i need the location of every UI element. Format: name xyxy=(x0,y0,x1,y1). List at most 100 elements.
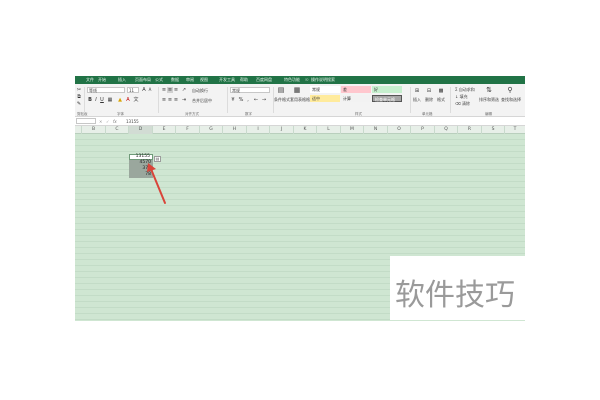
font-size-value: 11 xyxy=(129,88,135,93)
tab-page-layout[interactable]: 页面布局 xyxy=(135,77,151,83)
column-header-h[interactable]: H xyxy=(223,126,247,134)
column-header-c[interactable]: C xyxy=(106,126,129,134)
column-header-f[interactable]: F xyxy=(176,126,200,134)
annotation-arrow xyxy=(147,163,166,204)
tab-developer[interactable]: 开发工具 xyxy=(219,77,235,83)
column-header-m[interactable]: M xyxy=(341,126,364,134)
tab-baidu-netdisk[interactable]: 百度网盘 xyxy=(256,77,272,83)
number-format-select[interactable]: 常规 xyxy=(230,87,270,93)
column-header-r[interactable]: R xyxy=(458,126,482,134)
copy-icon[interactable]: ⧉ xyxy=(76,94,82,100)
column-header-l[interactable]: L xyxy=(317,126,341,134)
fill-button[interactable]: ↓ 填充 xyxy=(455,94,468,99)
delete-cells-button[interactable]: 删除 xyxy=(425,97,433,102)
quick-analysis-icon: ▤ xyxy=(155,156,160,161)
column-header-i[interactable]: I xyxy=(247,126,270,134)
column-header-q[interactable]: Q xyxy=(435,126,458,134)
align-right-icon[interactable]: ≡ xyxy=(173,97,179,103)
style-neutral[interactable]: 适中 xyxy=(310,95,340,102)
column-header-j[interactable]: J xyxy=(270,126,294,134)
name-box[interactable] xyxy=(76,118,96,124)
merge-center-button[interactable]: 合并后居中 xyxy=(192,98,212,103)
column-header-o[interactable]: O xyxy=(388,126,411,134)
format-cells-icon[interactable]: ▩ xyxy=(438,88,444,94)
phonetic-icon[interactable]: 文 xyxy=(133,97,139,103)
column-header-t[interactable]: T xyxy=(505,126,525,134)
cancel-entry-icon[interactable]: ✕ xyxy=(99,119,102,124)
border-icon[interactable]: ▦ xyxy=(107,97,113,103)
underline-icon[interactable]: U xyxy=(99,97,105,103)
ribbon-tab-bar: 文件 开始 插入 页面布局 公式 数据 审阅 视图 开发工具 帮助 百度网盘 特… xyxy=(75,76,525,84)
tab-features[interactable]: 特色功能 xyxy=(284,77,300,83)
align-bottom-icon[interactable]: ≡ xyxy=(173,87,179,93)
style-bad[interactable]: 差 xyxy=(341,86,371,93)
tab-home[interactable]: 开始 xyxy=(98,77,106,83)
percent-icon[interactable]: % xyxy=(238,97,244,103)
column-header-p[interactable]: P xyxy=(411,126,435,134)
clear-label: 清除 xyxy=(461,101,470,106)
autosum-button[interactable]: Σ 自动求和 xyxy=(455,87,475,92)
tab-help[interactable]: 帮助 xyxy=(240,77,248,83)
font-color-icon[interactable]: A xyxy=(125,97,131,103)
fill-color-icon[interactable]: ▲ xyxy=(117,97,123,103)
find-select-button[interactable]: 查找和选择 xyxy=(501,97,521,102)
group-divider xyxy=(84,87,85,113)
confirm-entry-icon[interactable]: ✓ xyxy=(106,119,109,124)
increase-decimal-icon[interactable]: ← xyxy=(253,97,259,103)
column-header-n[interactable]: N xyxy=(364,126,388,134)
column-header-b[interactable]: B xyxy=(82,126,106,134)
style-normal[interactable]: 常规 xyxy=(310,86,340,93)
conditional-format-icon[interactable]: ▤ xyxy=(277,87,285,95)
currency-icon[interactable]: ¥ xyxy=(230,97,236,103)
cut-icon[interactable]: ✂ xyxy=(76,87,82,93)
sort-filter-icon[interactable]: ⇅ xyxy=(485,87,493,95)
font-size-select[interactable]: 11 xyxy=(127,87,139,93)
select-all-corner[interactable] xyxy=(75,126,82,134)
tab-insert[interactable]: 插入 xyxy=(118,77,126,83)
orientation-icon[interactable]: ↗ xyxy=(181,87,187,93)
column-header-g[interactable]: G xyxy=(200,126,223,134)
number-format-value: 常规 xyxy=(232,88,240,93)
formula-bar: ✕ ✓ fx 13155 xyxy=(75,117,525,126)
format-cells-button[interactable]: 格式 xyxy=(437,97,445,102)
group-divider xyxy=(158,87,159,113)
column-header-k[interactable]: K xyxy=(294,126,317,134)
formula-input[interactable]: 13155 xyxy=(126,119,139,124)
delete-cells-icon[interactable]: ⊟ xyxy=(426,88,432,94)
format-painter-icon[interactable]: ✎ xyxy=(76,101,82,107)
style-good[interactable]: 好 xyxy=(372,86,402,93)
lightbulb-icon: ☉ xyxy=(305,77,309,82)
group-divider xyxy=(227,87,228,113)
clear-button[interactable]: ⌫ 清除 xyxy=(455,101,470,106)
font-name-select[interactable]: 等线 xyxy=(87,87,125,93)
wrap-text-button[interactable]: 自动换行 xyxy=(192,88,208,93)
autosum-label: 自动求和 xyxy=(458,87,475,92)
sort-filter-button[interactable]: 排序和筛选 xyxy=(479,97,499,102)
column-header-s[interactable]: S xyxy=(482,126,505,134)
conditional-format-button[interactable]: 条件格式 xyxy=(274,97,290,102)
tab-data[interactable]: 数据 xyxy=(171,77,179,83)
decrease-font-icon[interactable]: A xyxy=(147,87,153,93)
tell-me-search[interactable]: 操作说明搜索 xyxy=(311,77,335,83)
tab-view[interactable]: 视图 xyxy=(200,77,208,83)
fx-icon[interactable]: fx xyxy=(113,119,117,124)
style-check-cell[interactable]: 检查单元格 xyxy=(372,95,402,102)
column-header-d[interactable]: D xyxy=(129,126,153,134)
insert-cells-button[interactable]: 插入 xyxy=(413,97,421,102)
tab-formulas[interactable]: 公式 xyxy=(155,77,163,83)
fill-label: 填充 xyxy=(459,94,468,99)
comma-style-icon[interactable]: , xyxy=(245,97,251,103)
column-headers: B C D E F G H I J K L M N O P Q R S T xyxy=(75,126,525,134)
column-header-e[interactable]: E xyxy=(153,126,176,134)
screenshot: 文件 开始 插入 页面布局 公式 数据 审阅 视图 开发工具 帮助 百度网盘 特… xyxy=(0,0,600,400)
find-select-icon[interactable]: ⚲ xyxy=(506,87,514,95)
tab-file[interactable]: 文件 xyxy=(86,77,94,83)
insert-cells-icon[interactable]: ⊞ xyxy=(414,88,420,94)
group-divider xyxy=(450,87,451,113)
decrease-decimal-icon[interactable]: → xyxy=(261,97,267,103)
format-as-table-icon[interactable]: ▦ xyxy=(293,87,301,95)
tab-review[interactable]: 审阅 xyxy=(186,77,194,83)
indent-icon[interactable]: ⇥ xyxy=(181,97,187,103)
font-name-value: 等线 xyxy=(89,88,97,93)
style-calculation[interactable]: 计算 xyxy=(341,95,371,102)
